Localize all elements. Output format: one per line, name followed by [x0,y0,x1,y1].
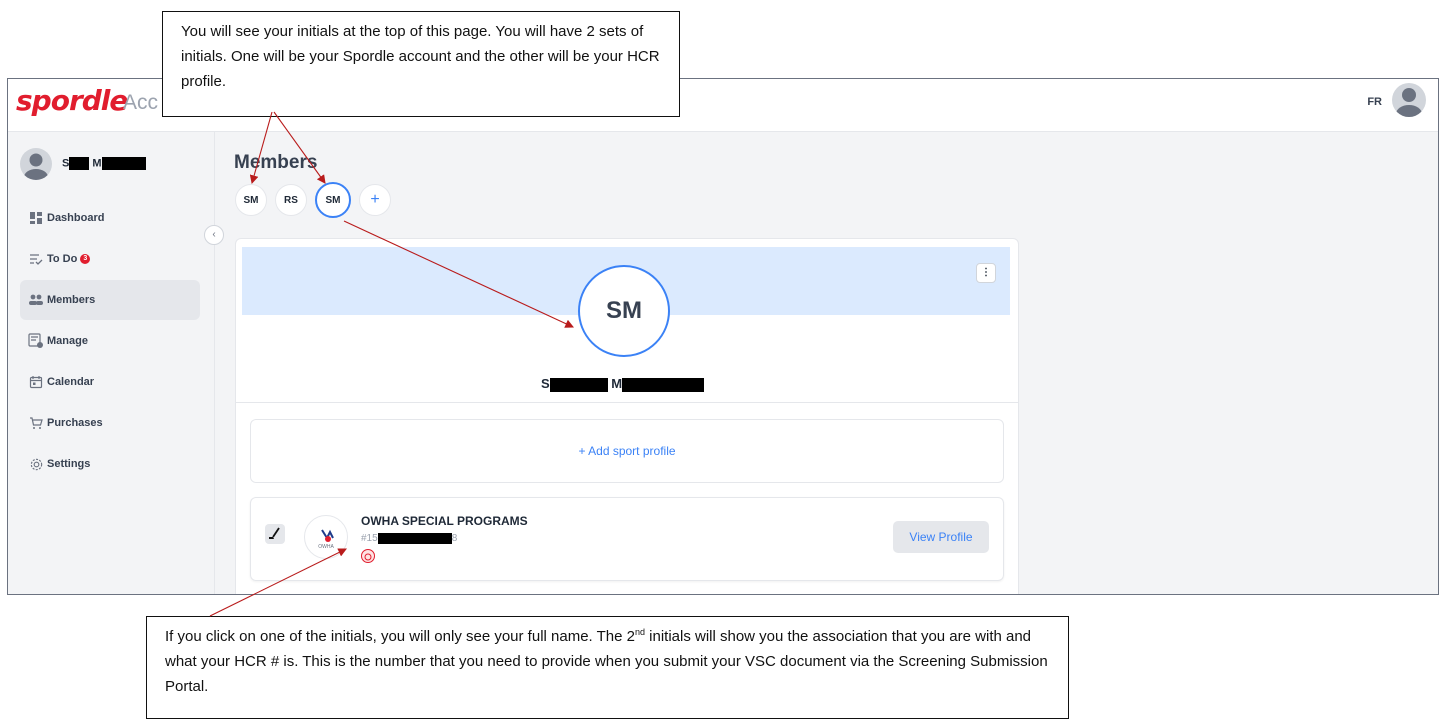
name-last-initial: M [611,376,623,391]
cart-icon [28,415,44,431]
gear-icon [28,456,44,472]
member-full-name: S M [541,376,705,392]
sidebar-item-calendar[interactable]: Calendar [20,362,200,402]
member-avatar: SM [578,265,670,357]
sidebar-item-members[interactable]: Members [20,280,200,320]
user-last-initial: M [92,157,102,170]
sport-profile-row: OWHA OWHA SPECIAL PROGRAMS #15 8 View Pro… [250,497,1004,581]
sidebar-item-label: Manage [47,335,88,347]
sidebar-item-label: To Do [47,253,78,265]
sidebar-item-label: Dashboard [47,212,105,224]
member-chip[interactable]: SM [235,184,267,216]
manage-icon [28,333,44,349]
annotation-top: You will see your initials at the top of… [162,11,680,117]
annotation-bottom-sup: nd [634,627,645,637]
sidebar-item-label: Calendar [47,376,95,388]
sidebar-item-dashboard[interactable]: Dashboard [20,198,200,238]
spordle-logo[interactable]: spordle [16,84,128,117]
sidebar-item-label: Members [47,294,96,306]
add-member-button[interactable]: + [359,184,391,216]
view-profile-button[interactable]: View Profile [893,521,989,553]
sidebar-item-todo[interactable]: To Do 3 [20,239,200,279]
annotation-bottom: If you click on one of the initials, you… [146,616,1069,719]
sidebar-user[interactable]: S M [20,148,210,182]
member-chip[interactable]: RS [275,184,307,216]
user-first-initial: S [62,157,70,170]
name-first-initial: S [541,376,550,391]
redaction-bar [549,377,608,392]
calendar-icon [28,374,44,390]
sidebar-collapse-button[interactable]: ‹ [204,225,224,245]
sidebar-nav: Dashboard To Do 3 Members Manage Calenda… [20,198,200,485]
hockey-stick-icon [265,524,285,544]
sidebar-item-purchases[interactable]: Purchases [20,403,200,443]
add-sport-profile-button[interactable]: + Add sport profile [250,419,1004,483]
redaction-bar [69,157,90,170]
member-card: ⋮ SM S M + Add sport profile OWHA OWHA S… [235,238,1019,594]
annotation-bottom-part1: If you click on one of the initials, you… [165,628,635,645]
page-title: Members [234,152,318,173]
language-toggle[interactable]: FR [1367,96,1382,108]
member-chip-active[interactable]: SM [315,182,351,218]
org-name: OWHA SPECIAL PROGRAMS [361,514,528,528]
main-content: Members SM RS SM + ⋮ SM S M + Add sport … [215,132,1438,594]
app-window: spordle Acc FR S M Dashboard To Do 3 Mem… [7,78,1439,595]
member-chips: SM RS SM + [235,182,391,218]
hcr-suffix: 8 [451,533,458,545]
user-avatar-icon[interactable] [1392,83,1426,117]
dashboard-icon [28,210,44,226]
sidebar-user-name: S M [62,157,146,170]
sidebar-item-settings[interactable]: Settings [20,444,200,484]
todo-icon [28,251,44,267]
redaction-bar [101,157,146,170]
sidebar-item-label: Purchases [47,417,103,429]
hcr-number: #15 8 [361,533,457,544]
sidebar-item-label: Settings [47,458,91,470]
avatar-icon [20,148,52,180]
org-logo-text: OWHA [318,544,334,550]
hcr-prefix: #15 [361,533,378,545]
divider [236,402,1018,403]
more-options-icon[interactable]: ⋮ [976,263,996,283]
app-subtitle: Acc [123,91,159,114]
todo-count-badge: 3 [80,254,91,264]
sidebar-item-manage[interactable]: Manage [20,321,200,361]
redaction-bar [622,377,705,392]
sidebar: S M Dashboard To Do 3 Members Manage Cal… [8,132,215,594]
org-logo-icon: OWHA [304,515,348,559]
members-icon [28,292,44,308]
status-alert-icon [361,549,375,563]
redaction-bar [377,533,452,544]
